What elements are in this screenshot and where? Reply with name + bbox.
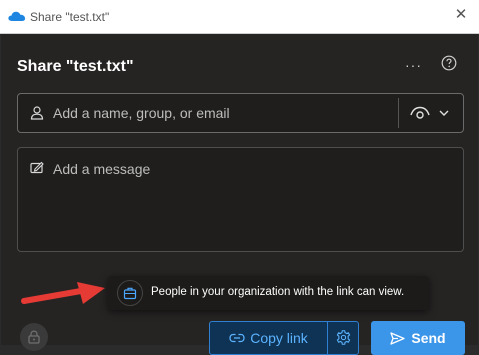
lock-icon [28, 330, 40, 344]
window-title: Share "test.txt" [30, 10, 110, 24]
tooltip-icon-badge [117, 280, 143, 306]
send-icon [390, 331, 406, 345]
briefcase-icon [123, 287, 137, 300]
gear-icon [336, 330, 351, 345]
help-icon[interactable] [441, 55, 457, 71]
more-options-icon[interactable]: ··· [405, 58, 425, 72]
eye-icon [410, 106, 430, 119]
message-input[interactable] [53, 159, 453, 179]
share-dialog: Share "test.txt" ··· Add a name, group, … [1, 34, 478, 355]
send-button[interactable]: Send [371, 321, 465, 355]
people-input[interactable] [53, 103, 393, 123]
link-permission-tooltip: People in your organization with the lin… [108, 276, 429, 310]
tooltip-text: People in your organization with the lin… [151, 286, 405, 298]
permission-divider [398, 98, 399, 128]
send-label: Send [411, 330, 446, 346]
link-icon [229, 333, 245, 343]
message-box [17, 147, 464, 252]
link-settings-button[interactable] [328, 322, 358, 354]
dialog-heading: Share "test.txt" [17, 58, 134, 75]
window-titlebar: Share "test.txt" ✕ [0, 0, 479, 34]
close-window-button[interactable]: ✕ [453, 7, 469, 23]
onedrive-cloud-icon [8, 11, 26, 21]
copy-link-label: Copy link [250, 330, 308, 346]
copy-link-group: Copy link [209, 321, 359, 355]
permission-dropdown-button[interactable] [402, 96, 462, 130]
edit-message-icon [30, 161, 44, 174]
copy-link-button[interactable]: Copy link [210, 322, 327, 354]
lock-button[interactable] [20, 323, 48, 351]
chevron-down-icon [439, 110, 449, 116]
red-arrow-annotation [21, 282, 105, 304]
person-icon [30, 106, 44, 120]
people-picker [17, 93, 464, 133]
